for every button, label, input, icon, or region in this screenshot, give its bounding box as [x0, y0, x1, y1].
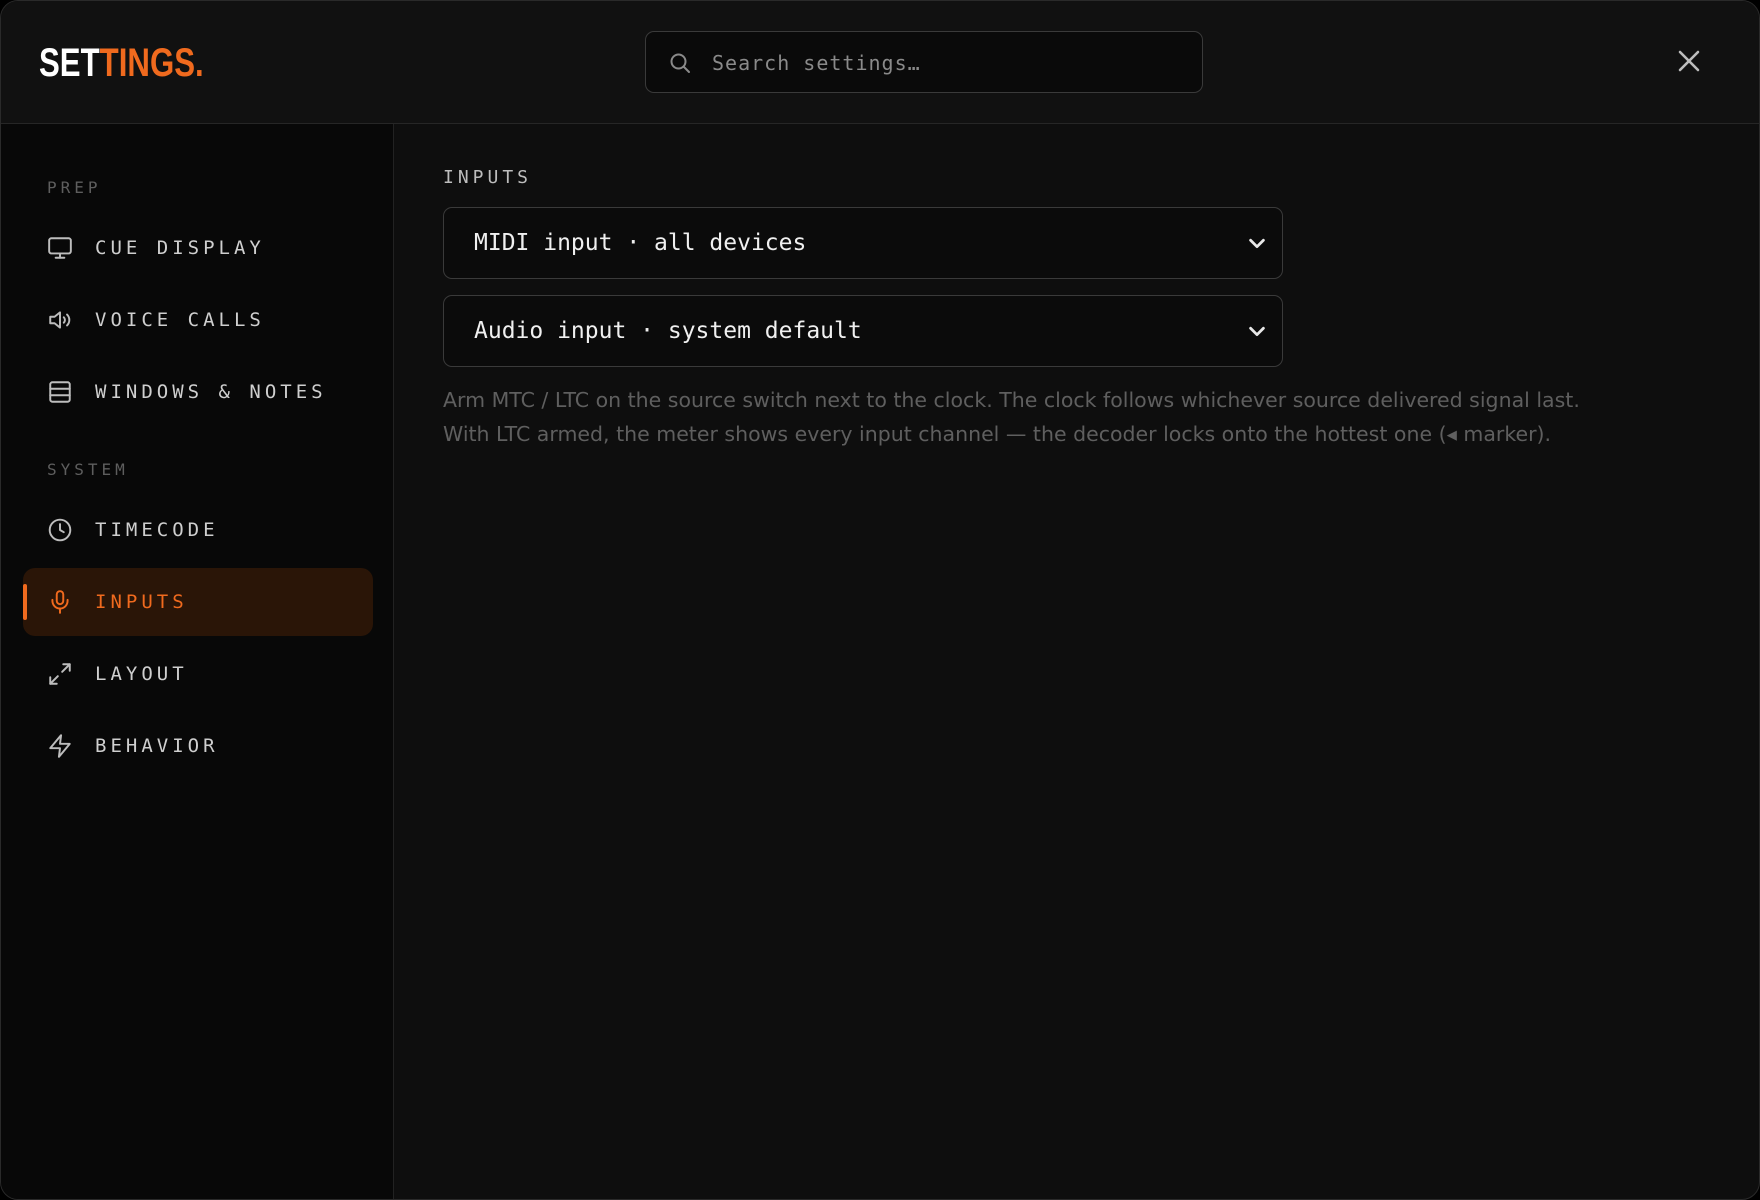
speaker-icon	[49, 311, 71, 329]
sidebar-item-label: BEHAVIOR	[95, 735, 219, 757]
midi-input-select[interactable]: MIDI input · all devices	[443, 207, 1283, 279]
chevron-down-icon	[1249, 238, 1265, 249]
sidebar-item-behavior[interactable]: BEHAVIOR	[23, 712, 373, 780]
help-text-line: With LTC armed, the meter shows every in…	[443, 422, 1552, 446]
help-text: Arm MTC / LTC on the source switch next …	[443, 383, 1733, 451]
logo-text-accent: TINGS.	[99, 41, 204, 85]
sidebar-item-label: TIMECODE	[95, 519, 219, 541]
chevron-down-icon	[1249, 326, 1265, 337]
midi-input-value: MIDI input · all devices	[474, 230, 807, 256]
section-title-prep: PREP	[47, 178, 102, 197]
sidebar-item-cue-display[interactable]: CUE DISPLAY	[23, 214, 373, 282]
lightning-icon	[49, 734, 71, 758]
settings-logo: SETTINGS.	[39, 41, 204, 85]
search-input[interactable]	[710, 32, 1184, 94]
help-text-line: Arm MTC / LTC on the source switch next …	[443, 388, 1580, 412]
audio-input-value: Audio input · system default	[474, 318, 862, 344]
active-indicator	[23, 584, 27, 620]
settings-window: SETTINGS. PREP CUE DISPLAY	[0, 0, 1760, 1200]
sidebar: PREP CUE DISPLAY VOICE CALLS WINDOWS & N…	[1, 124, 394, 1199]
clock-icon	[48, 518, 72, 542]
logo-text-main: SET	[39, 41, 100, 85]
sidebar-item-windows-notes[interactable]: WINDOWS & NOTES	[23, 358, 373, 426]
sidebar-item-label: WINDOWS & NOTES	[95, 381, 327, 403]
expand-icon	[49, 663, 71, 685]
sidebar-item-label: INPUTS	[95, 591, 188, 613]
close-icon[interactable]	[1675, 47, 1703, 75]
header: SETTINGS.	[1, 1, 1759, 124]
sidebar-item-label: VOICE CALLS	[95, 309, 265, 331]
sidebar-item-label: CUE DISPLAY	[95, 237, 265, 259]
microphone-icon	[51, 590, 69, 614]
page-title: INPUTS	[443, 167, 533, 188]
list-icon	[49, 381, 71, 403]
monitor-icon	[48, 237, 72, 259]
audio-input-select[interactable]: Audio input · system default	[443, 295, 1283, 367]
sidebar-item-label: LAYOUT	[95, 663, 188, 685]
sidebar-item-timecode[interactable]: TIMECODE	[23, 496, 373, 564]
section-title-system: SYSTEM	[47, 460, 129, 479]
search-icon	[670, 53, 690, 73]
search-box[interactable]	[645, 31, 1203, 94]
sidebar-item-inputs[interactable]: INPUTS	[23, 568, 373, 636]
sidebar-item-voice-calls[interactable]: VOICE CALLS	[23, 286, 373, 354]
sidebar-item-layout[interactable]: LAYOUT	[23, 640, 373, 708]
